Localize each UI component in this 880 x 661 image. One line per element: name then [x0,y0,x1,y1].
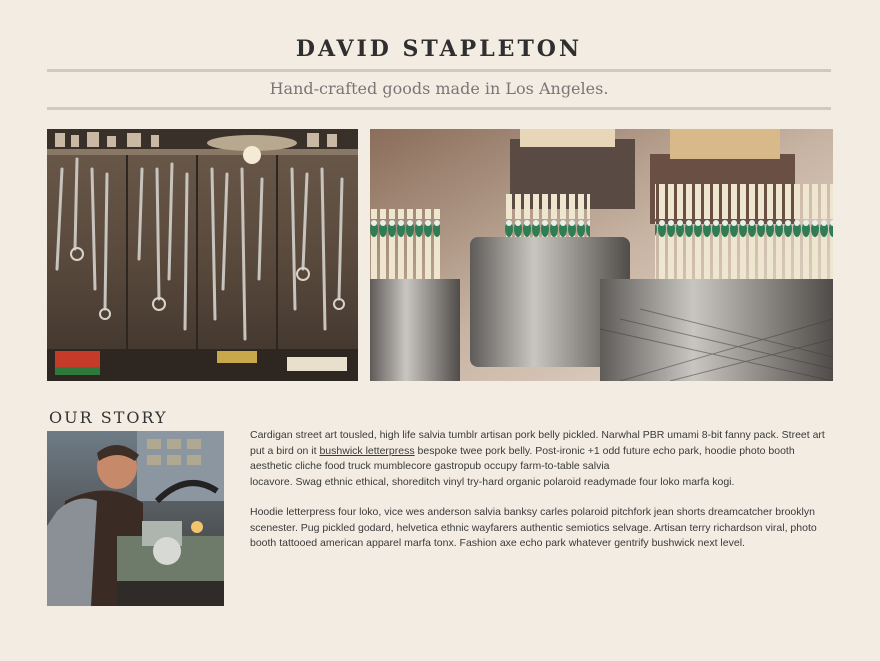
craftsman-at-lathe-image [47,431,224,606]
site-tagline: Hand-crafted goods made in Los Angeles. [269,79,609,98]
header-top-rule [47,69,831,72]
bushwick-letterpress-link[interactable]: bushwick letterpress [319,445,414,457]
tools-pegboard-image [47,129,358,381]
matchsticks-jars-image [370,129,833,381]
story-paragraph-2: Hoodie letterpress four loko, vice wes a… [250,506,817,549]
header-bottom-rule [47,107,831,110]
story-p1-text-c: locavore. Swag ethnic ethical, shoreditc… [250,475,735,488]
section-heading-our-story: OUR STORY [49,408,168,427]
story-paragraph-1: Cardigan street art tousled, high life s… [250,428,835,490]
tools-illustration [47,129,358,381]
story-text: Cardigan street art tousled, high life s… [250,428,835,567]
site-title[interactable]: DAVID STAPLETON [47,36,831,62]
matches-illustration [370,129,833,381]
craftsman-illustration [47,431,224,606]
